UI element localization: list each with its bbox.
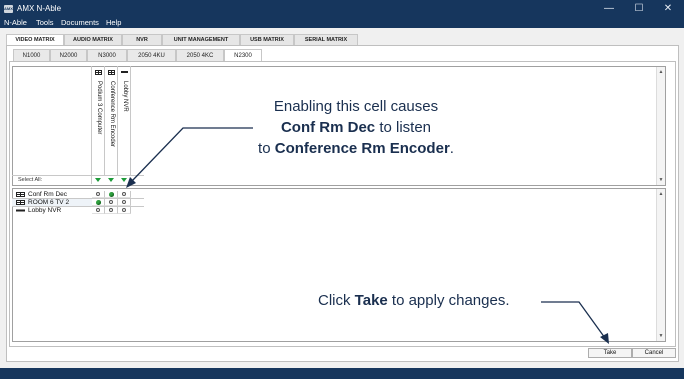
scroll-down-icon[interactable]: ▼ [657,177,665,183]
select-all-podium-toggle[interactable] [95,178,101,182]
tab-2050-4ku[interactable]: 2050 4KU [127,49,176,61]
encoder-icon [95,70,102,75]
matrix-cell-enabled[interactable] [92,199,105,206]
annotation-text: to [258,140,275,157]
row-label-text: ROOM 6 TV 2 [28,199,70,206]
close-button[interactable]: ✕ [657,2,679,16]
take-button[interactable]: Take [588,348,632,358]
annotation-text: to apply changes. [387,292,510,309]
row-label-lobby-nvr: Lobby NVR [12,207,92,214]
matrix-cell[interactable] [118,207,131,214]
column-header-lobby-nvr: Lobby NVR [118,66,131,175]
annotation-enable-cell: Enabling this cell causes Conf Rm Dec to… [236,96,476,159]
column-label: Conference Rm Encoder [109,81,115,148]
route-indicator-off [122,208,126,212]
decoder-icon [16,199,25,205]
matrix-cell[interactable] [92,207,105,214]
select-all-label: Select All: [18,177,43,183]
menu-n-able[interactable]: N-Able [4,18,27,28]
window-title: AMX N-Able [17,4,62,13]
scroll-up-icon[interactable]: ▲ [657,191,665,197]
title-bar: AMX AMX N-Able — ☐ ✕ [0,0,684,18]
matrix-cell-enabled[interactable] [105,191,118,198]
annotation-line: to Conference Rm Encoder. [236,138,476,159]
select-all-row: Select All: [12,175,144,184]
tab-2050-4kc[interactable]: 2050 4KC [176,49,224,61]
tab-audio-matrix[interactable]: AUDIO MATRIX [64,34,122,45]
menu-documents[interactable]: Documents [61,18,99,28]
minimize-button[interactable]: — [598,2,620,16]
row-label-room-6-tv-2: ROOM 6 TV 2 [12,199,92,206]
annotation-bold: Take [354,292,388,309]
row-label-text: Conf Rm Dec [28,191,68,198]
route-indicator-on [96,200,101,205]
encoder-icon [108,70,115,75]
tab-serial-matrix[interactable]: SERIAL MATRIX [294,34,358,45]
row-label-conf-rm-dec: Conf Rm Dec [12,191,92,198]
select-all-encoder-toggle[interactable] [108,178,114,182]
decoder-icon [16,191,25,197]
matrix-cell[interactable] [92,191,105,198]
header-corner [12,66,92,184]
matrix-cell[interactable] [118,191,131,198]
matrix-cell[interactable] [105,199,118,206]
annotation-text: Click [318,292,355,309]
route-indicator-off [122,200,126,204]
tab-nvr[interactable]: NVR [122,34,162,45]
annotation-line: Enabling this cell causes [273,98,439,115]
nvr-icon [16,209,25,212]
cancel-button[interactable]: Cancel [632,348,676,358]
status-bar [0,368,684,379]
route-indicator-off [96,208,100,212]
tab-n3000[interactable]: N3000 [87,49,127,61]
menu-help[interactable]: Help [106,18,121,28]
tab-n2000[interactable]: N2000 [50,49,87,61]
menu-bar: N-Able Tools Documents Help [0,18,684,28]
annotation-bold: Conference Rm Encoder [274,140,450,157]
column-label: Lobby NVR [122,81,128,112]
route-indicator-off [122,192,126,196]
tab-n1000[interactable]: N1000 [13,49,50,61]
nvr-icon [121,71,128,73]
menu-tools[interactable]: Tools [36,18,54,28]
matrix-cell[interactable] [118,199,131,206]
app-logo: AMX [4,5,13,13]
annotation-bold: Conf Rm Dec [280,119,376,136]
route-indicator-on [109,192,114,197]
annotation-text: to listen [375,119,432,136]
column-header-podium-3-computer: Podium 3 Computer [92,66,105,175]
route-indicator-off [109,200,113,204]
row-label-text: Lobby NVR [28,207,62,214]
route-indicator-off [109,208,113,212]
matrix-cell[interactable] [105,207,118,214]
tab-usb-matrix[interactable]: USB MATRIX [240,34,294,45]
body-scrollbar[interactable]: ▲ ▼ [656,189,665,341]
column-header-conference-rm-encoder: Conference Rm Encoder [105,66,118,175]
route-indicator-off [96,192,100,196]
scroll-up-icon[interactable]: ▲ [657,69,665,75]
annotation-take: Click Take to apply changes. [318,292,510,310]
tab-unit-management[interactable]: UNIT MANAGEMENT [162,34,240,45]
select-all-nvr-toggle[interactable] [121,178,127,182]
header-scrollbar[interactable]: ▲ ▼ [656,67,665,185]
annotation-text: . [449,140,454,157]
column-label: Podium 3 Computer [96,81,102,135]
maximize-button[interactable]: ☐ [628,2,650,16]
scroll-down-icon[interactable]: ▼ [657,333,665,339]
annotation-line: Conf Rm Dec to listen [236,117,476,138]
